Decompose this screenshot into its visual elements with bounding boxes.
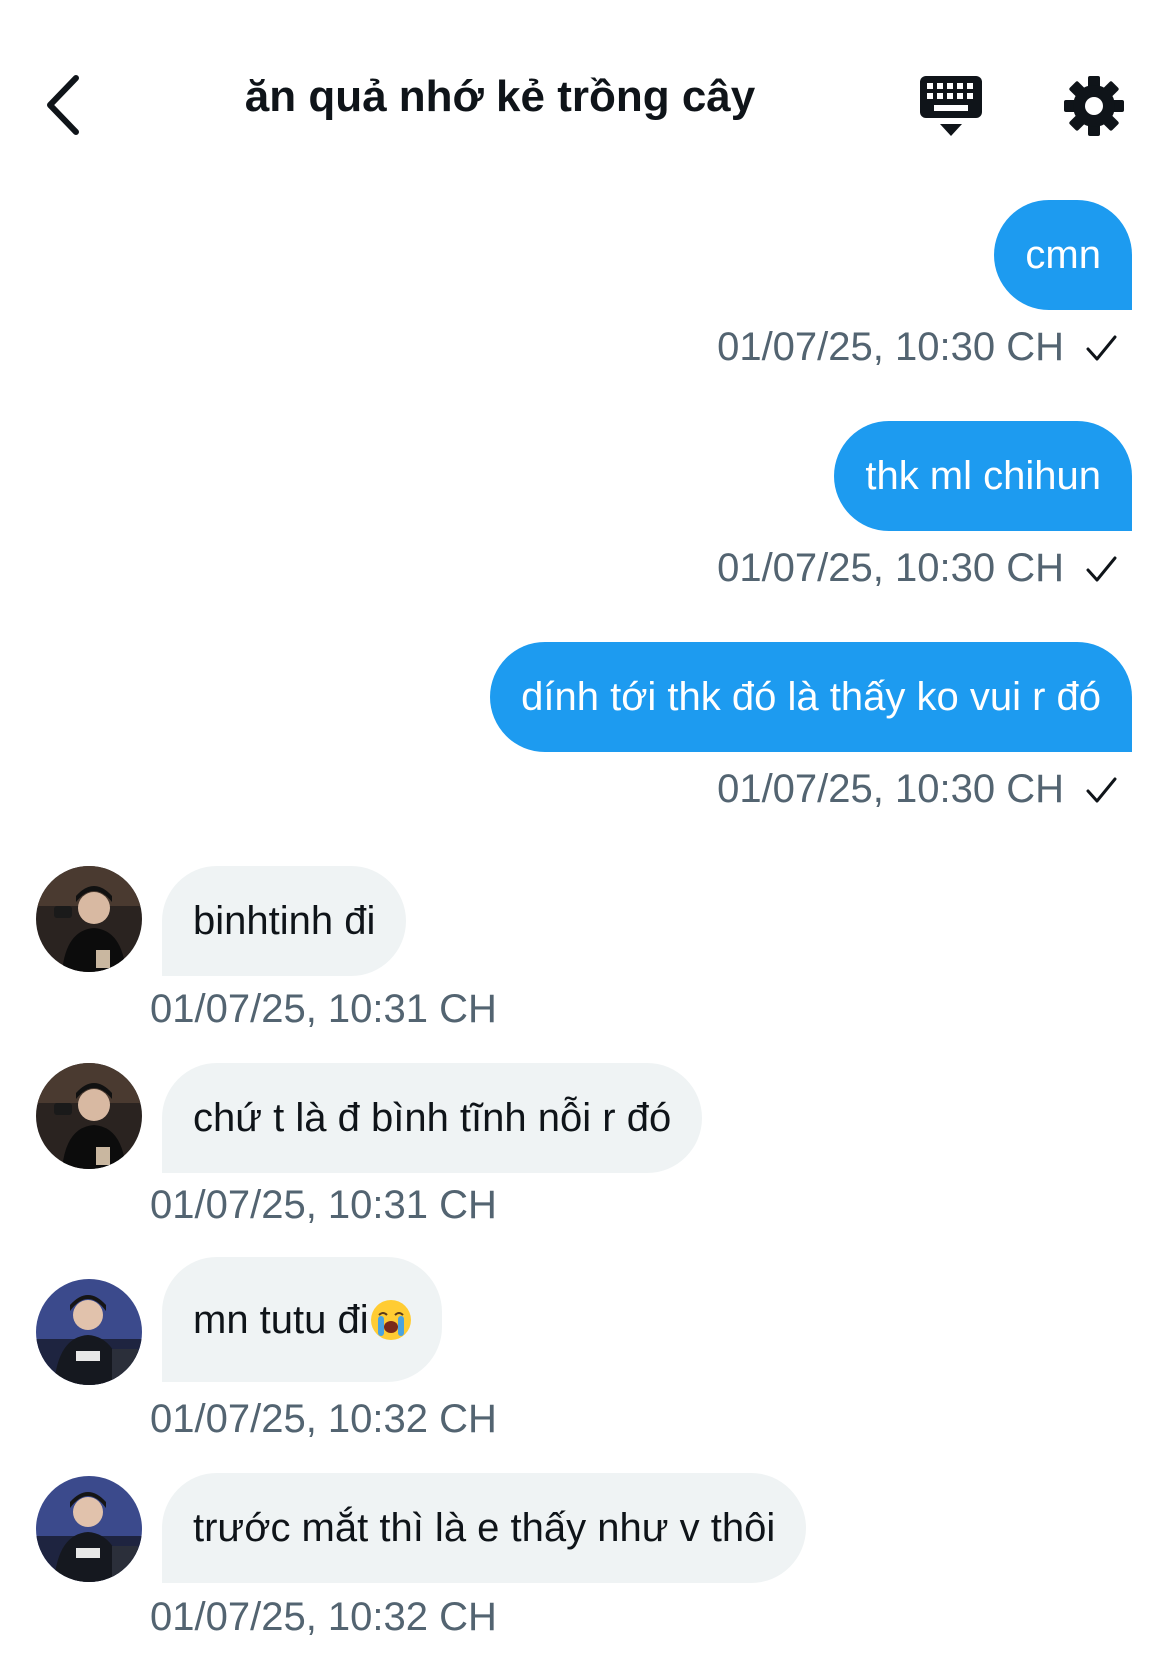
avatar[interactable] <box>36 866 142 972</box>
message-bubble-incoming[interactable]: mn tutu đi <box>162 1257 442 1382</box>
settings-button[interactable] <box>1062 74 1126 138</box>
message-text: cmn <box>1025 233 1101 277</box>
message-bubble-outgoing[interactable]: thk ml chihun <box>834 421 1132 531</box>
avatar-photo <box>36 1476 142 1582</box>
message-meta: 01/07/25, 10:30 CH <box>717 325 1118 370</box>
avatar[interactable] <box>36 1063 142 1169</box>
message-bubble-incoming[interactable]: binhtinh đi <box>162 866 407 976</box>
message-timestamp: 01/07/25, 10:31 CH <box>150 1183 497 1227</box>
back-button[interactable] <box>40 70 100 140</box>
message-timestamp: 01/07/25, 10:32 CH <box>150 1397 497 1441</box>
message-bubble-incoming[interactable]: chứ t là đ bình tĩnh nỗi r đó <box>162 1063 703 1173</box>
check-icon <box>1086 777 1117 802</box>
avatar[interactable] <box>36 1279 142 1385</box>
check-icon <box>1086 335 1117 360</box>
message-timestamp: 01/07/25, 10:30 CH <box>717 546 1064 590</box>
message-timestamp: 01/07/25, 10:30 CH <box>717 767 1064 811</box>
avatar-photo <box>36 1063 142 1169</box>
message-text: thk ml chihun <box>865 454 1101 498</box>
message-text: mn tutu đi <box>193 1297 369 1342</box>
keyboard-button[interactable] <box>918 74 984 140</box>
message-text: dính tới thk đó là thấy ko vui r đó <box>521 675 1101 719</box>
message-text: binhtinh đi <box>193 899 376 943</box>
chevron-left-icon <box>47 75 79 135</box>
chat-header: ăn quả nhớ kẻ trồng cây <box>0 0 1170 200</box>
message-bubble-incoming[interactable]: trước mắt thì là e thấy như v thôi <box>162 1473 807 1583</box>
message-text: trước mắt thì là e thấy như v thôi <box>193 1506 776 1550</box>
avatar[interactable] <box>36 1476 142 1582</box>
message-bubble-outgoing[interactable]: cmn <box>994 200 1132 310</box>
check-icon <box>1086 556 1117 581</box>
keyboard-icon <box>920 76 982 136</box>
message-timestamp: 01/07/25, 10:30 CH <box>717 325 1064 369</box>
loudly-crying-face-icon <box>370 1299 411 1340</box>
gear-icon <box>1064 76 1124 136</box>
message-bubble-outgoing[interactable]: dính tới thk đó là thấy ko vui r đó <box>490 642 1132 752</box>
message-meta: 01/07/25, 10:30 CH <box>717 767 1118 812</box>
avatar-photo <box>36 866 142 972</box>
avatar-photo <box>36 1279 142 1385</box>
message-timestamp: 01/07/25, 10:31 CH <box>150 987 497 1031</box>
message-timestamp: 01/07/25, 10:32 CH <box>150 1595 497 1639</box>
conversation-title: ăn quả nhớ kẻ trồng cây <box>244 72 756 121</box>
message-meta: 01/07/25, 10:30 CH <box>717 546 1118 591</box>
message-text: chứ t là đ bình tĩnh nỗi r đó <box>193 1096 672 1140</box>
